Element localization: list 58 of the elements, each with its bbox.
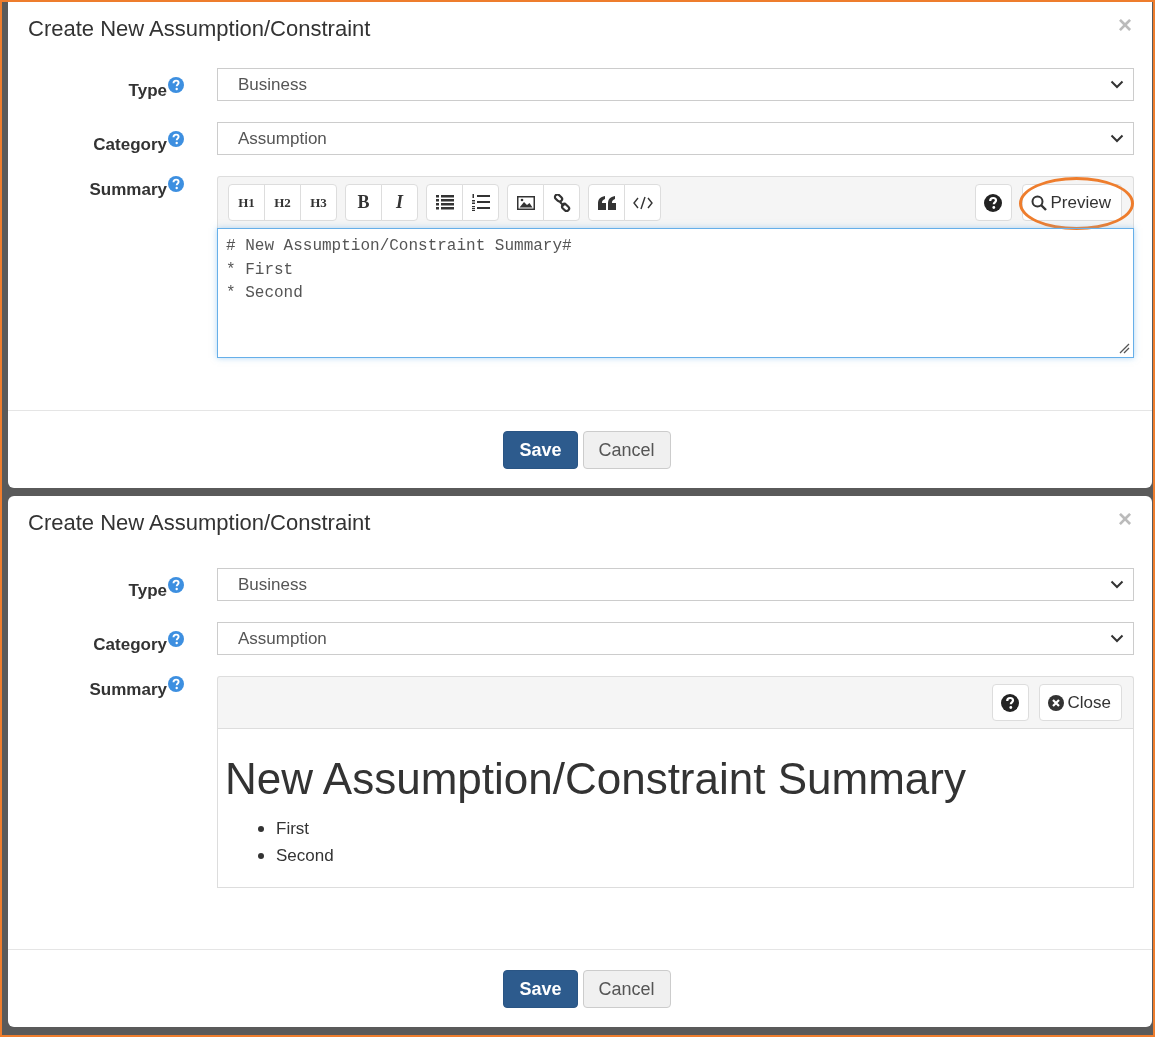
save-button[interactable]: Save xyxy=(503,970,578,1008)
bullet-icon xyxy=(258,852,264,859)
numbered-list-icon xyxy=(471,194,490,211)
numbered-list-button[interactable] xyxy=(462,184,499,221)
help-button[interactable] xyxy=(974,184,1012,221)
quote-button[interactable] xyxy=(588,184,625,221)
italic-button[interactable]: I xyxy=(381,184,418,221)
link-button[interactable] xyxy=(543,184,580,221)
close-preview-button[interactable]: Close xyxy=(1038,684,1122,721)
field-label: Summary xyxy=(89,680,167,700)
image-icon xyxy=(516,195,535,210)
close-icon xyxy=(1047,694,1064,711)
code-button[interactable] xyxy=(624,184,661,221)
help-icon[interactable] xyxy=(168,631,184,647)
field-label: Category xyxy=(93,635,167,655)
markdown-editor-field[interactable]: # New Assumption/Constraint Summary# * First * Second xyxy=(217,228,1134,358)
save-button[interactable]: Save xyxy=(503,431,578,469)
dialog-title: Create New Assumption/Constraint xyxy=(28,510,371,536)
chevron-down-icon xyxy=(1110,580,1124,589)
preview-heading: New Assumption/Constraint Summary xyxy=(225,755,966,804)
help-icon xyxy=(984,193,1003,212)
bold-button[interactable]: B xyxy=(345,184,382,221)
list-item: First xyxy=(276,817,310,840)
select-field[interactable]: Assumption xyxy=(217,622,1134,655)
help-icon[interactable] xyxy=(168,676,184,692)
search-icon xyxy=(1030,194,1047,211)
help-icon[interactable] xyxy=(168,577,184,593)
select-field[interactable]: Assumption xyxy=(217,122,1134,155)
select-field[interactable]: Business xyxy=(217,68,1134,101)
preview-button[interactable]: Preview xyxy=(1021,184,1122,221)
chevron-down-icon xyxy=(1110,634,1124,643)
cancel-button[interactable]: Cancel xyxy=(582,970,671,1008)
list-item: Second xyxy=(276,844,334,867)
cancel-button[interactable]: Cancel xyxy=(582,431,671,469)
quote-icon xyxy=(597,195,616,210)
heading-button[interactable]: H2 xyxy=(264,184,301,221)
chevron-down-icon xyxy=(1110,134,1124,143)
bulleted-list-button[interactable] xyxy=(426,184,463,221)
field-label: Summary xyxy=(89,180,167,200)
field-label: Type xyxy=(128,81,167,101)
link-icon xyxy=(552,193,571,212)
select-field[interactable]: Business xyxy=(217,568,1134,601)
help-button[interactable] xyxy=(991,684,1029,721)
bullet-icon xyxy=(258,825,264,832)
help-icon[interactable] xyxy=(168,131,184,147)
heading-button[interactable]: H1 xyxy=(228,184,265,221)
help-icon[interactable] xyxy=(168,176,184,192)
image-button[interactable] xyxy=(507,184,544,221)
field-label: Category xyxy=(93,135,167,155)
dialog-title: Create New Assumption/Constraint xyxy=(28,16,371,42)
heading-button[interactable]: H3 xyxy=(300,184,337,221)
resize-handle-icon xyxy=(1119,343,1130,354)
code-icon xyxy=(632,195,653,210)
help-icon[interactable] xyxy=(168,77,184,93)
field-label: Type xyxy=(128,581,167,601)
bulleted-list-icon xyxy=(435,195,454,210)
chevron-down-icon xyxy=(1110,80,1124,89)
help-icon xyxy=(1001,693,1020,712)
